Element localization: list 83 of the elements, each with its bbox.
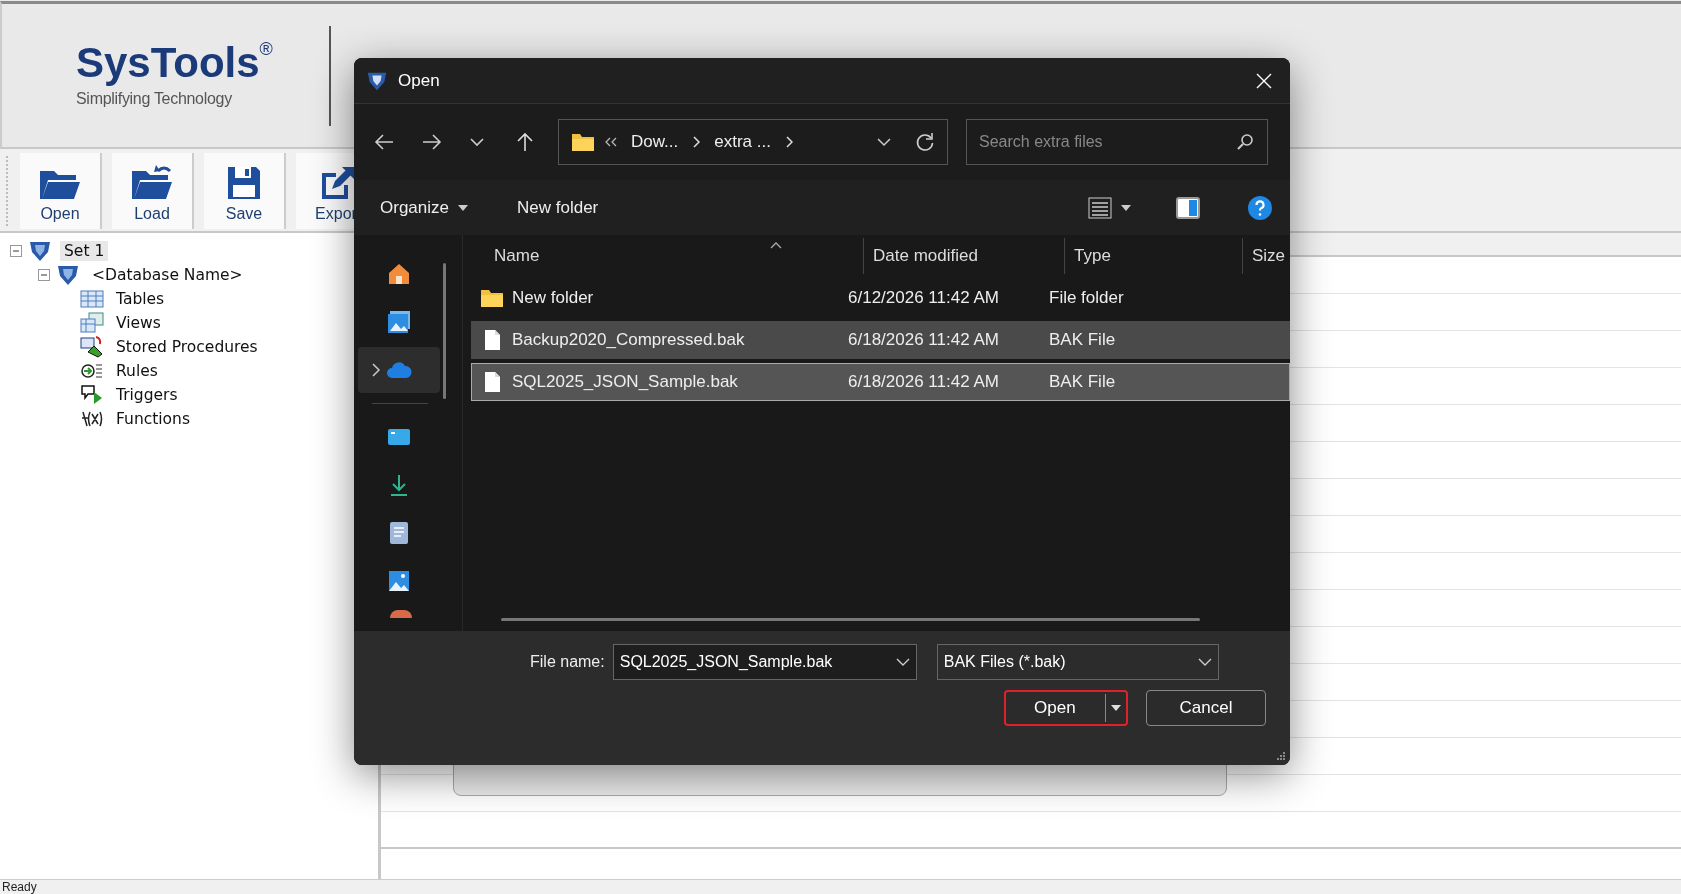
column-header[interactable]: Size xyxy=(1243,238,1286,274)
help-icon[interactable] xyxy=(1248,195,1272,220)
folder-arrow-icon xyxy=(130,163,174,201)
back-icon[interactable] xyxy=(374,133,394,151)
tree-item[interactable]: Triggers xyxy=(112,385,182,405)
tree-item[interactable]: Views xyxy=(112,313,165,333)
file-name-field[interactable]: SQL2025_JSON_Sample.bak xyxy=(612,644,917,680)
tree-item[interactable]: Stored Procedures xyxy=(112,337,262,357)
file-name: Backup2020_Compressed.bak xyxy=(512,330,746,350)
caret-icon xyxy=(457,203,469,212)
views-icon xyxy=(80,312,104,334)
up-icon[interactable] xyxy=(516,132,534,152)
list-view-icon[interactable] xyxy=(1088,196,1112,219)
breadcrumb-item[interactable]: Dow... xyxy=(631,132,679,152)
file-date: 6/18/2026 11:42 AM xyxy=(848,330,1000,350)
gallery-icon xyxy=(387,310,411,334)
address-bar[interactable]: Dow... extra ... xyxy=(558,119,948,165)
home-icon xyxy=(387,262,411,286)
chevron-right-icon xyxy=(784,136,793,148)
column-header[interactable]: Type xyxy=(1065,238,1243,274)
file-row[interactable]: New folder 6/12/2026 11:42 AM File folder xyxy=(471,279,1290,317)
search-field[interactable]: Search extra files xyxy=(966,119,1268,165)
forward-icon[interactable] xyxy=(422,133,442,151)
download-icon xyxy=(389,473,409,497)
tree-item[interactable]: Functions xyxy=(112,409,194,429)
file-type: BAK File xyxy=(1049,330,1117,350)
open-button[interactable]: Open xyxy=(1004,690,1128,726)
tree-item[interactable]: Rules xyxy=(112,361,162,381)
search-icon xyxy=(1236,133,1254,151)
resize-grip-icon xyxy=(1276,751,1286,761)
file-type-dropdown[interactable]: BAK Files (*.bak) xyxy=(936,644,1219,680)
file-name: New folder xyxy=(512,288,595,308)
shield-icon xyxy=(28,239,52,263)
logo: SysTools$^{®}$ Simplifying Technology xyxy=(76,38,274,109)
folder-icon xyxy=(480,288,504,308)
image-icon xyxy=(388,570,410,592)
tree-item[interactable]: Set 1 xyxy=(60,241,109,261)
toolbar-button[interactable]: Load xyxy=(112,153,194,229)
cancel-button[interactable]: Cancel xyxy=(1146,690,1266,726)
shield-icon xyxy=(56,263,80,287)
organize-menu[interactable]: Organize xyxy=(380,193,449,222)
collapse-toggle[interactable] xyxy=(38,269,50,281)
file-row[interactable]: SQL2025_JSON_Sample.bak 6/18/2026 11:42 AM BAK File xyxy=(471,363,1290,401)
table-icon xyxy=(80,289,104,309)
toolbar-button[interactable]: Save xyxy=(204,153,286,229)
dialog-title: Open xyxy=(398,70,440,91)
desktop-icon xyxy=(387,427,411,447)
tree-item[interactable]: <Database Name> xyxy=(88,265,247,285)
column-header[interactable]: Name xyxy=(494,238,864,274)
caret-icon xyxy=(1110,704,1122,712)
refresh-icon[interactable] xyxy=(915,132,935,152)
tree-item[interactable]: Tables xyxy=(112,289,169,309)
trigger-icon xyxy=(80,384,104,406)
file-type: BAK File xyxy=(1049,372,1117,392)
status-text: Ready xyxy=(2,880,37,894)
chevron-down-icon[interactable] xyxy=(470,137,484,147)
file-date: 6/12/2026 11:42 AM xyxy=(848,288,1000,308)
chevron-down-icon[interactable] xyxy=(895,657,910,667)
cloud-icon xyxy=(386,361,412,379)
chevron-right-icon xyxy=(692,136,701,148)
breadcrumb-item[interactable]: extra ... xyxy=(714,132,771,152)
close-icon[interactable] xyxy=(1256,72,1272,89)
toolbar-button[interactable]: Open xyxy=(20,153,102,229)
file-name-label: File name: xyxy=(530,653,605,671)
rules-icon xyxy=(80,361,104,381)
expand-chevron-icon[interactable] xyxy=(372,363,380,377)
document-icon xyxy=(389,521,409,545)
double-chevron-icon xyxy=(605,137,617,147)
sort-caret-icon xyxy=(770,242,782,249)
column-header[interactable]: Date modified xyxy=(864,238,1065,274)
file-type: File folder xyxy=(1049,288,1125,308)
new-folder-button[interactable]: New folder xyxy=(517,193,599,222)
file-row[interactable]: Backup2020_Compressed.bak 6/18/2026 11:42 AM BAK File xyxy=(471,321,1290,359)
caret-icon[interactable] xyxy=(1120,203,1132,212)
folder-icon xyxy=(571,132,595,152)
procedure-icon xyxy=(80,336,104,358)
chevron-down-icon[interactable] xyxy=(877,137,891,147)
file-date: 6/18/2026 11:42 AM xyxy=(848,372,1000,392)
collapse-toggle[interactable] xyxy=(10,245,22,257)
file-name: SQL2025_JSON_Sample.bak xyxy=(512,372,739,392)
preview-pane-icon[interactable] xyxy=(1176,196,1200,219)
function-icon xyxy=(80,410,104,428)
chevron-down-icon[interactable] xyxy=(1197,657,1212,667)
